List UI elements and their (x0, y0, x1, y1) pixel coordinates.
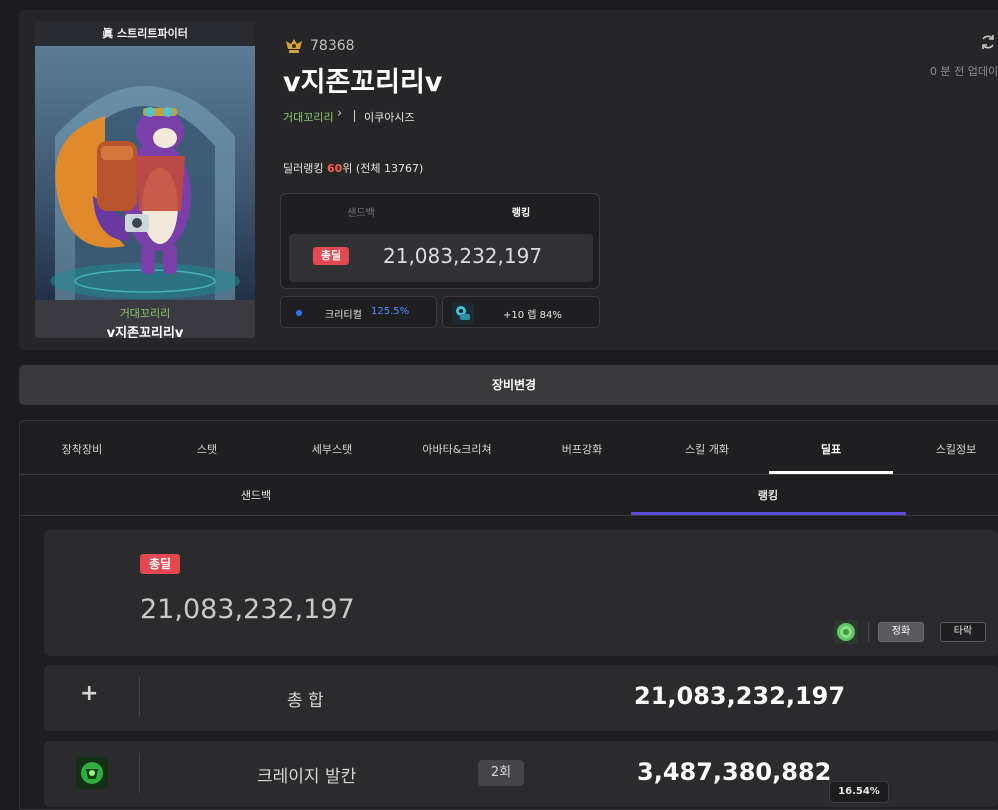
sum-label: 총 합 (287, 691, 324, 711)
update-status: 0 분 전 업데이트 (930, 65, 998, 78)
divider (354, 110, 355, 122)
crit-value: 125.5% (371, 306, 410, 317)
divider (20, 474, 998, 475)
corrupt-button[interactable]: 타락 (940, 622, 986, 642)
sum-value: 21,083,232,197 (634, 682, 846, 710)
crit-label: 크리티컬 (325, 310, 362, 321)
subtab-sandbag[interactable]: 샌드백 (206, 487, 306, 503)
equip-change-button[interactable]: 장비변경 (19, 365, 998, 405)
dealer-ranking: 딜러랭킹 60위 (전체 13767) (283, 160, 423, 176)
weapon-icon (452, 302, 474, 324)
tab-sandbag-mini[interactable]: 샌드백 (281, 204, 441, 219)
refresh-icon[interactable] (979, 33, 997, 51)
divider (20, 515, 998, 516)
total-damage-card: 총딜 21,083,232,197 정화 타락 (44, 530, 998, 656)
tab-skill-info[interactable]: 스킬정보 (906, 441, 998, 457)
divider (139, 753, 140, 793)
character-art (35, 46, 255, 300)
dealer-prefix: 딜러랭킹 (283, 162, 324, 175)
subtab-ranking[interactable]: 랭킹 (718, 487, 818, 503)
total-damage-value: 21,083,232,197 (140, 594, 355, 625)
portrait-job-title: 眞 스트리트파이터 (35, 22, 255, 46)
weapon-stat-box: +10 렙 84% (442, 296, 600, 328)
ranking-value-panel: 총딜 21,083,232,197 (289, 234, 593, 282)
skill-percent-badge: 16.54% (829, 781, 889, 803)
portrait-name: v지존꼬리리v (106, 326, 184, 338)
divider (868, 622, 869, 642)
guild-link[interactable]: 거대꼬리리 (283, 109, 334, 125)
tab-equipment[interactable]: 장착장비 (32, 441, 132, 457)
tab-damage-chart[interactable]: 딜표 (781, 441, 881, 457)
tab-avatar-creature[interactable]: 아바타&크리쳐 (407, 441, 507, 457)
character-name: v지존꼬리리v (283, 67, 443, 98)
skill-count: 2회 (478, 760, 524, 786)
purify-button[interactable]: 정화 (878, 622, 924, 642)
skill-icon (76, 757, 108, 789)
total-damage-badge: 총딜 (313, 247, 349, 265)
tab-detail-stats[interactable]: 세부스탯 (282, 441, 382, 457)
character-portrait: 眞 스트리트파이터 거대꼬리리 v지존꼬리리v (35, 22, 255, 338)
skill-value: 3,487,380,882 (637, 758, 832, 786)
portrait-footer: 거대꼬리리 v지존꼬리리v 인톤 (35, 300, 255, 338)
weapon-label: +10 렙 84% (503, 310, 562, 321)
character-level: 78368 (310, 38, 355, 54)
plus-icon[interactable]: + (80, 681, 98, 706)
dealer-total: (전체 13767) (355, 162, 424, 175)
critical-stat-box: 크리티컬 125.5% (280, 296, 437, 328)
dealer-rank-unit: 위 (342, 162, 353, 175)
total-damage-value: 21,083,232,197 (383, 244, 543, 268)
tab-buff[interactable]: 버프강화 (532, 441, 632, 457)
total-sum-row: + 총 합 21,083,232,197 (44, 665, 998, 731)
skill-label: 크레이지 발칸 (257, 767, 357, 787)
ranking-summary-box: 샌드백 랭킹 총딜 21,083,232,197 (280, 193, 600, 289)
rank-emblem-icon (286, 39, 302, 53)
world-name: 이쿠아시즈 (364, 111, 415, 124)
tab-skill-bloom[interactable]: 스킬 개화 (657, 441, 757, 457)
divider (139, 677, 140, 717)
crit-dot-icon (296, 310, 302, 316)
main-panel: 장착장비 스탯 세부스탯 아바타&크리쳐 버프강화 스킬 개화 딜표 스킬정보 … (19, 420, 998, 810)
skill-row: 크레이지 발칸 2회 3,487,380,882 16.54% (44, 741, 998, 807)
character-art-svg (50, 86, 240, 300)
tab-ranking-mini[interactable]: 랭킹 (441, 204, 601, 219)
portrait-guild: 거대꼬리리 (119, 307, 171, 320)
tab-stats[interactable]: 스탯 (157, 441, 257, 457)
dealer-rank-value: 60 (326, 162, 343, 175)
rose-icon (834, 620, 858, 644)
chevron-right-icon[interactable]: › (337, 106, 342, 121)
total-damage-badge: 총딜 (140, 554, 180, 574)
